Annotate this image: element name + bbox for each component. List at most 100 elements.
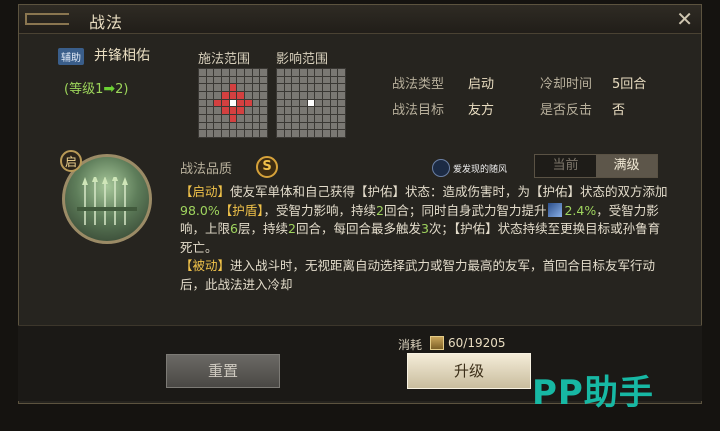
cooldown-label: 冷却时间 — [540, 77, 593, 92]
grid-cell — [284, 84, 292, 91]
tactic-description: 【启动】使友军单体和自己获得【护佑】状态：造成伤害时，为【护佑】状态的双方添加 9… — [180, 183, 672, 295]
grid-cell — [252, 84, 260, 91]
grid-cell — [214, 91, 221, 99]
active-tag: 【启动】 — [180, 184, 231, 199]
grid-cell — [315, 76, 322, 84]
grid-cell — [277, 99, 284, 107]
grid-cell — [299, 122, 307, 130]
spears-icon — [77, 177, 137, 225]
grid-cell — [214, 107, 221, 114]
desc-text: ，受智力影响，持续 — [263, 202, 376, 218]
grid-cell — [330, 69, 338, 76]
grid-cell — [307, 91, 315, 99]
grid-cell — [206, 91, 214, 99]
grid-cell — [260, 122, 267, 130]
grid-cell — [199, 84, 206, 91]
grid-cell — [330, 76, 338, 84]
grid-cell — [199, 107, 206, 114]
effect-range-grid — [276, 68, 346, 138]
grid-cell — [206, 69, 214, 76]
grid-cell — [252, 114, 260, 122]
upgrade-button[interactable]: 升级 — [407, 353, 531, 389]
desc-value: 6 — [230, 221, 238, 236]
grid-cell — [277, 130, 284, 137]
grid-cell — [277, 122, 284, 130]
grid-cell — [338, 69, 345, 76]
grid-cell — [307, 122, 315, 130]
cast-range-label: 施法范围 — [198, 52, 251, 67]
description-active: 【启动】使友军单体和自己获得【护佑】状态：造成伤害时，为【护佑】状态的双方添加 9… — [180, 183, 672, 257]
grid-cell — [229, 114, 237, 122]
grid-cell — [322, 107, 330, 114]
grid-cell — [315, 99, 322, 107]
desc-value: 98.0% — [180, 202, 220, 218]
grid-cell — [322, 91, 330, 99]
grid-cell — [244, 114, 252, 122]
grid-cell — [315, 91, 322, 99]
desc-value: 3 — [420, 221, 429, 236]
grid-cell — [221, 84, 229, 91]
counter-value: 否 — [612, 103, 626, 118]
grid-cell — [338, 91, 345, 99]
grid-cell — [221, 91, 229, 99]
grid-cell — [199, 130, 206, 137]
grid-cell — [260, 130, 267, 137]
grid-cell — [260, 76, 267, 84]
grid-cell — [244, 107, 252, 114]
grid-cell — [237, 69, 244, 76]
grid-cell — [299, 91, 307, 99]
grid-cell — [292, 76, 299, 84]
toggle-current[interactable]: 当前 — [535, 155, 596, 177]
grid-cell — [214, 84, 221, 91]
grid-cell — [221, 122, 229, 130]
grid-cell — [199, 122, 206, 130]
grid-cell — [292, 84, 299, 91]
grid-cell — [338, 114, 345, 122]
grid-cell — [252, 99, 260, 107]
start-badge: 启 — [60, 150, 82, 172]
grid-cell — [338, 76, 345, 84]
grid-cell — [260, 91, 267, 99]
quality-label: 战法品质 — [180, 162, 233, 177]
grid-cell — [244, 122, 252, 130]
type-value: 启动 — [468, 77, 495, 92]
grid-cell — [237, 99, 244, 107]
level-to: 2) — [115, 82, 129, 97]
pp-assistant-logo: PP助手 — [532, 373, 654, 413]
desc-text: 回合，每回合最多触发 — [295, 221, 421, 236]
grid-cell — [199, 114, 206, 122]
grid-cell — [237, 130, 244, 137]
grid-cell — [229, 99, 237, 107]
grid-cell — [277, 114, 284, 122]
grid-cell — [338, 107, 345, 114]
grid-cell — [284, 99, 292, 107]
grid-cell — [199, 91, 206, 99]
target-value: 友方 — [468, 103, 495, 118]
grid-cell — [237, 122, 244, 130]
grid-cell — [244, 130, 252, 137]
desc-value: 2 — [287, 221, 296, 236]
grid-cell — [315, 69, 322, 76]
toggle-max-level[interactable]: 满级 — [596, 155, 657, 177]
grid-cell — [307, 69, 315, 76]
grid-cell — [244, 91, 252, 99]
grid-cell — [260, 84, 267, 91]
grid-cell — [315, 107, 322, 114]
grid-cell — [221, 130, 229, 137]
grid-cell — [214, 122, 221, 130]
grid-cell — [277, 84, 284, 91]
grid-cell — [307, 114, 315, 122]
grid-cell — [315, 122, 322, 130]
effect-range-label: 影响范围 — [276, 52, 329, 67]
grid-cell — [214, 69, 221, 76]
grid-cell — [206, 107, 214, 114]
grid-cell — [206, 114, 214, 122]
tactic-summary: 辅助 并锋相佑 (等级1➡2) 启 — [20, 36, 180, 316]
counter-label: 是否反击 — [540, 103, 593, 118]
grid-cell — [221, 69, 229, 76]
reset-button[interactable]: 重置 — [166, 354, 280, 388]
close-icon[interactable]: ✕ — [676, 8, 693, 30]
tactic-name: 并锋相佑 — [94, 48, 150, 64]
grid-cell — [284, 107, 292, 114]
level-from: (等级1 — [64, 82, 104, 97]
